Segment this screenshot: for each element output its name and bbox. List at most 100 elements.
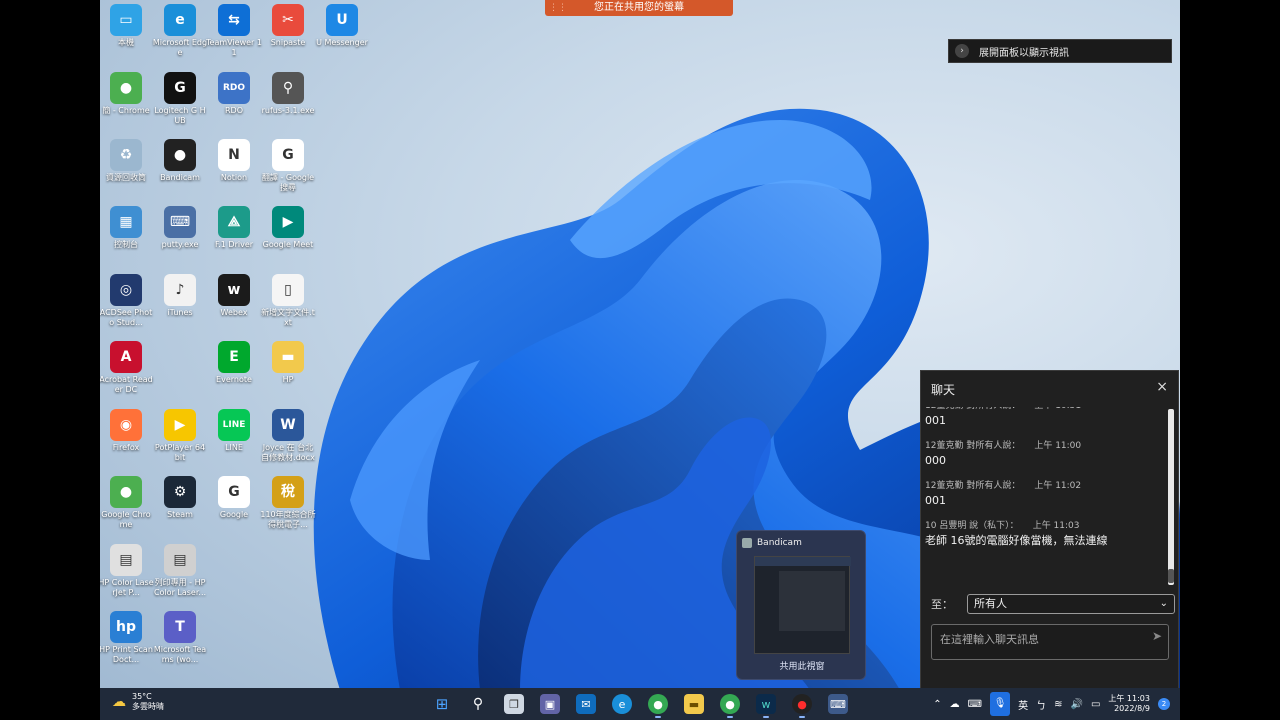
chat-input-placeholder: 在這裡輸入聊天訊息 <box>940 633 1039 646</box>
bandicam-icon[interactable]: ● <box>792 694 812 714</box>
share-this-window-button[interactable]: 共用此視窗 <box>737 659 867 672</box>
running-indicator <box>727 716 733 718</box>
clock[interactable]: 上午 11:03 2022/8/9 <box>1108 694 1150 714</box>
desktop-icon[interactable]: e Microsoft Edge <box>152 4 208 58</box>
desktop-icon-label: 控制台 <box>114 240 138 249</box>
desktop-icon[interactable]: ▤ 列印專用 - HP Color Laser... <box>152 544 208 598</box>
window-preview[interactable] <box>754 556 851 654</box>
start-windows-icon[interactable]: ⊞ <box>432 694 452 714</box>
file-explorer-icon[interactable]: ▬ <box>684 694 704 714</box>
message-sender: 12董克勤 對所有人說： <box>925 407 1020 411</box>
app-icon: ▯ <box>272 274 304 306</box>
chat-message: 10 呂豐明 說（私下）： 上午 11:03 老師 16號的電腦好像當機，無法連線 <box>925 519 1165 549</box>
desktop-icon[interactable]: ▯ 新增文字文件.txt <box>260 274 316 328</box>
desktop-icon-label: Acrobat Reader DC <box>100 375 153 394</box>
desktop-icon-label: 本機 <box>118 38 134 47</box>
desktop-icon[interactable]: ⟁ F.1 Driver <box>206 206 262 250</box>
screen-share-banner[interactable]: ⋮⋮ 您正在共用您的螢幕 <box>545 0 733 16</box>
app-icon: ✂ <box>272 4 304 36</box>
message-time: 上午 10:51 <box>1034 407 1081 411</box>
search-icon[interactable]: ⚲ <box>468 694 488 714</box>
onedrive-icon[interactable]: ☁ <box>950 699 960 710</box>
desktop-icon[interactable]: E Evernote <box>206 341 262 385</box>
desktop-icon[interactable]: ● Google Chrome <box>100 476 154 530</box>
chevron-up-icon[interactable]: ⌃ <box>933 699 941 710</box>
desktop-icon[interactable]: U U Messenger <box>314 4 370 48</box>
wifi-icon[interactable]: ≋ <box>1054 699 1062 710</box>
desktop-icon[interactable]: A Acrobat Reader DC <box>100 341 154 395</box>
desktop-icon[interactable]: ◎ ACDSee Photo Stud... <box>100 274 154 328</box>
desktop-icon-label: 新增文字文件.txt <box>261 308 315 327</box>
volume-icon[interactable]: 🔊 <box>1070 699 1082 710</box>
desktop-icon-label: PotPlayer 64 bit <box>154 443 206 462</box>
desktop-icon-label: ACDSee Photo Stud... <box>100 308 153 327</box>
desktop-icon[interactable]: T Microsoft Teams (wo... <box>152 611 208 665</box>
app-icon: ⚙ <box>164 476 196 508</box>
teams-chat-icon[interactable]: ▣ <box>540 694 560 714</box>
desktop-icon[interactable]: ⚙ Steam <box>152 476 208 520</box>
app-icon: hp <box>110 611 142 643</box>
desktop-icon[interactable]: G Logitech G HUB <box>152 72 208 126</box>
drag-grip-icon[interactable]: ⋮⋮ <box>549 0 567 16</box>
desktop-icon[interactable]: ▭ 本機 <box>100 4 154 48</box>
desktop-icon[interactable]: ● Bandicam <box>152 139 208 183</box>
desktop-icon-label: Webex <box>220 308 248 317</box>
weather-widget[interactable]: ☁ 35°C 多雲時晴 <box>112 692 164 712</box>
webex-icon[interactable]: w <box>756 694 776 714</box>
scrollbar-thumb[interactable] <box>1168 569 1174 583</box>
desktop-icon[interactable]: hp HP Print Scan Doct... <box>100 611 154 665</box>
microphone-icon[interactable]: 🎙 <box>990 692 1011 716</box>
task-view-icon[interactable]: ❐ <box>504 694 524 714</box>
app-icon: ● <box>110 72 142 104</box>
close-icon[interactable]: × <box>1156 379 1168 395</box>
chrome-icon[interactable]: ● <box>648 694 668 714</box>
app-icon: LINE <box>218 409 250 441</box>
desktop-icon[interactable]: ▤ HP Color LaserJet P... <box>100 544 154 598</box>
desktop-icon[interactable]: N Notion <box>206 139 262 183</box>
desktop-icon[interactable]: ▦ 控制台 <box>100 206 154 250</box>
notification-badge[interactable]: 2 <box>1158 698 1170 710</box>
bandicam-window-thumbnail[interactable]: Bandicam 共用此視窗 <box>736 530 866 680</box>
edge-icon[interactable]: e <box>612 694 632 714</box>
chat-message-input[interactable]: 在這裡輸入聊天訊息 ➤ <box>931 624 1169 660</box>
send-icon[interactable]: ➤ <box>1152 629 1162 643</box>
desktop-icon[interactable]: ✂ Snipaste <box>260 4 316 48</box>
desktop-icon[interactable]: W Joyce 在 台北 自修教材.docx <box>260 409 316 463</box>
chat-scrollbar[interactable] <box>1168 409 1174 585</box>
chrome-profile-icon[interactable]: ● <box>720 694 740 714</box>
desktop-icon[interactable]: G Google <box>206 476 262 520</box>
desktop-icon[interactable]: 稅 110年度綜合所得稅電子... <box>260 476 316 530</box>
desktop-icon[interactable]: ▶ PotPlayer 64 bit <box>152 409 208 463</box>
desktop-icon-label: Steam <box>167 510 193 519</box>
desktop-icon[interactable]: ♪ iTunes <box>152 274 208 318</box>
ime-mode-icon[interactable]: ㄅ <box>1036 697 1046 712</box>
desktop-icon[interactable]: ▶ Google Meet <box>260 206 316 250</box>
desktop-icon[interactable]: LINE LINE <box>206 409 262 453</box>
desktop-icon[interactable]: G 翻譯 - Google 搜尋 <box>260 139 316 193</box>
app-icon: T <box>164 611 196 643</box>
desktop-icon[interactable]: ◉ Firefox <box>100 409 154 453</box>
chat-message: 12董克勤 對所有人說： 上午 10:51 001 <box>925 407 1165 429</box>
desktop-icon-label: 資源回收筒 <box>106 173 146 182</box>
desktop-icon[interactable]: w Webex <box>206 274 262 318</box>
app-icon: ◎ <box>110 274 142 306</box>
ime-indicator[interactable]: 英 <box>1018 697 1028 712</box>
battery-icon[interactable]: ▭ <box>1091 699 1100 710</box>
desktop-icon[interactable]: RDO RDO <box>206 72 262 116</box>
desktop-icon[interactable]: ♻ 資源回收筒 <box>100 139 154 183</box>
clock-time: 上午 11:03 <box>1108 694 1150 703</box>
expand-panel-label: 展開面板以顯示視訊 <box>979 47 1069 59</box>
keyboard-icon[interactable]: ⌨ <box>968 699 982 710</box>
recipient-value: 所有人 <box>974 597 1007 610</box>
desktop-icon[interactable]: ⌨ putty.exe <box>152 206 208 250</box>
chat-message-list[interactable]: 12董克勤 對所有人說： 上午 10:51 001 12董克勤 對所有人說： 上午 11… <box>925 407 1165 587</box>
desktop-icon[interactable]: ▬ HP <box>260 341 316 385</box>
mail-icon[interactable]: ✉ <box>576 694 596 714</box>
desktop-icon[interactable]: ⇆ TeamViewer 11 <box>206 4 262 58</box>
remote-desktop-icon[interactable]: ⌨ <box>828 694 848 714</box>
desktop-icon[interactable]: ● 簡 - Chrome <box>100 72 154 116</box>
desktop-icon-label: Evernote <box>216 375 252 384</box>
desktop-icon[interactable]: ⚲ rufus-3.1.exe <box>260 72 316 116</box>
recipient-select[interactable]: 所有人 ⌄ <box>967 594 1175 614</box>
expand-video-panel-button[interactable]: › 展開面板以顯示視訊 <box>948 39 1172 63</box>
